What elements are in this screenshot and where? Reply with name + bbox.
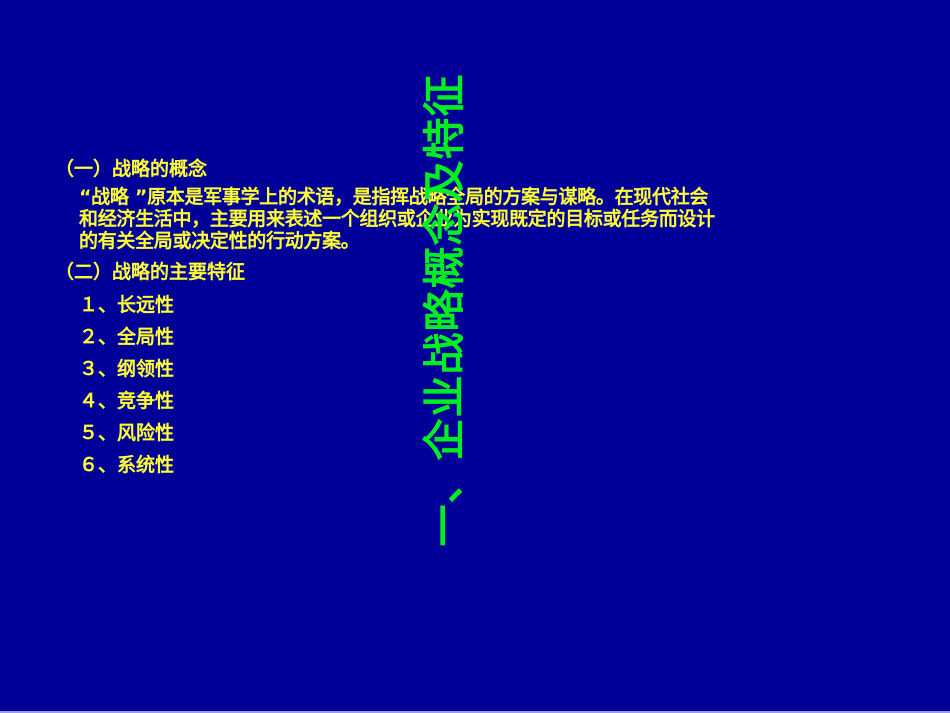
slide-body: （一）战略的概念 “战略 ”原本是军事学上的术语，是指挥战略全局的方案与谋略。在… — [55, 158, 895, 481]
section-heading-features: （二）战略的主要特征 — [55, 261, 246, 283]
list-item: ４、竞争性 — [79, 390, 175, 412]
list-item: １、长远性 — [79, 294, 175, 316]
paragraph-line: 和经济生活中，主要用来表述一个组织或企业为实现既定的目标或任务而设计 — [79, 208, 715, 230]
slide: （一）战略的概念 “战略 ”原本是军事学上的术语，是指挥战略全局的方案与谋略。在… — [0, 0, 950, 713]
list-item: ３、纲领性 — [79, 358, 175, 380]
features-list: １、长远性 ２、全局性 ３、纲领性 ４、竞争性 ５、风险性 ６、系统性 — [55, 289, 895, 481]
paragraph-line: 的有关全局或决定性的行动方案。 — [79, 230, 360, 252]
paragraph-line: “战略 ”原本是军事学上的术语，是指挥战略全局的方案与谋略。在现代社会 — [79, 186, 709, 208]
list-item: ５、风险性 — [79, 422, 175, 444]
section-heading-concept: （一）战略的概念 — [55, 158, 208, 180]
concept-paragraph: “战略 ”原本是军事学上的术语，是指挥战略全局的方案与谋略。在现代社会 和经济生… — [79, 186, 895, 252]
slide-title: 一、企业战略概念及特征 — [420, 73, 469, 547]
list-item: ２、全局性 — [79, 326, 175, 348]
list-item: ６、系统性 — [79, 454, 175, 476]
